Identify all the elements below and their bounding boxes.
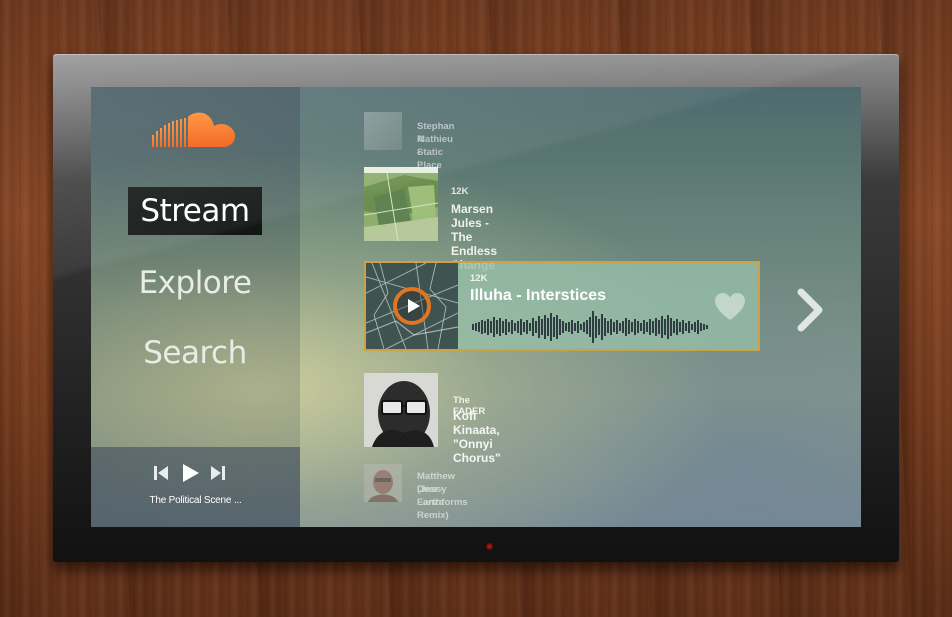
soundcloud-logo-icon[interactable]: [151, 111, 237, 151]
nav-stream[interactable]: Stream: [128, 187, 262, 235]
play-button[interactable]: [393, 287, 431, 325]
track-artwork: [364, 464, 402, 502]
nav-explore[interactable]: Explore: [128, 259, 262, 307]
track-source: 12K: [470, 273, 488, 284]
nav-search[interactable]: Search: [128, 329, 262, 377]
power-led-icon: [486, 543, 493, 550]
play-icon[interactable]: [182, 463, 200, 483]
track-title: Illuha - Interstices: [470, 287, 607, 304]
waveform[interactable]: [472, 307, 712, 347]
track-title: (Jessy Lanza Remix): [417, 484, 449, 521]
chevron-right-icon[interactable]: [795, 288, 825, 332]
mini-player: The Political Scene ...: [91, 447, 300, 527]
track-artwork: [364, 112, 402, 150]
track-source: 12K: [451, 186, 469, 197]
track-artwork: [364, 167, 438, 241]
track-artwork: [366, 263, 458, 349]
sidebar: Stream Explore Search The Political Scen…: [91, 87, 300, 527]
track-item-selected[interactable]: 12K Illuha - Interstices: [364, 261, 760, 351]
track-title: Kofi Kinaata, "Onnyi Chorus": [453, 409, 501, 465]
now-playing-title: The Political Scene ...: [149, 495, 242, 506]
tv-screen: Stream Explore Search The Political Scen…: [91, 87, 861, 527]
skip-next-icon[interactable]: [210, 465, 226, 485]
skip-previous-icon[interactable]: [153, 465, 169, 485]
tv-frame: Stream Explore Search The Political Scen…: [53, 54, 899, 562]
track-artwork: [364, 373, 438, 447]
heart-icon[interactable]: [714, 293, 746, 321]
